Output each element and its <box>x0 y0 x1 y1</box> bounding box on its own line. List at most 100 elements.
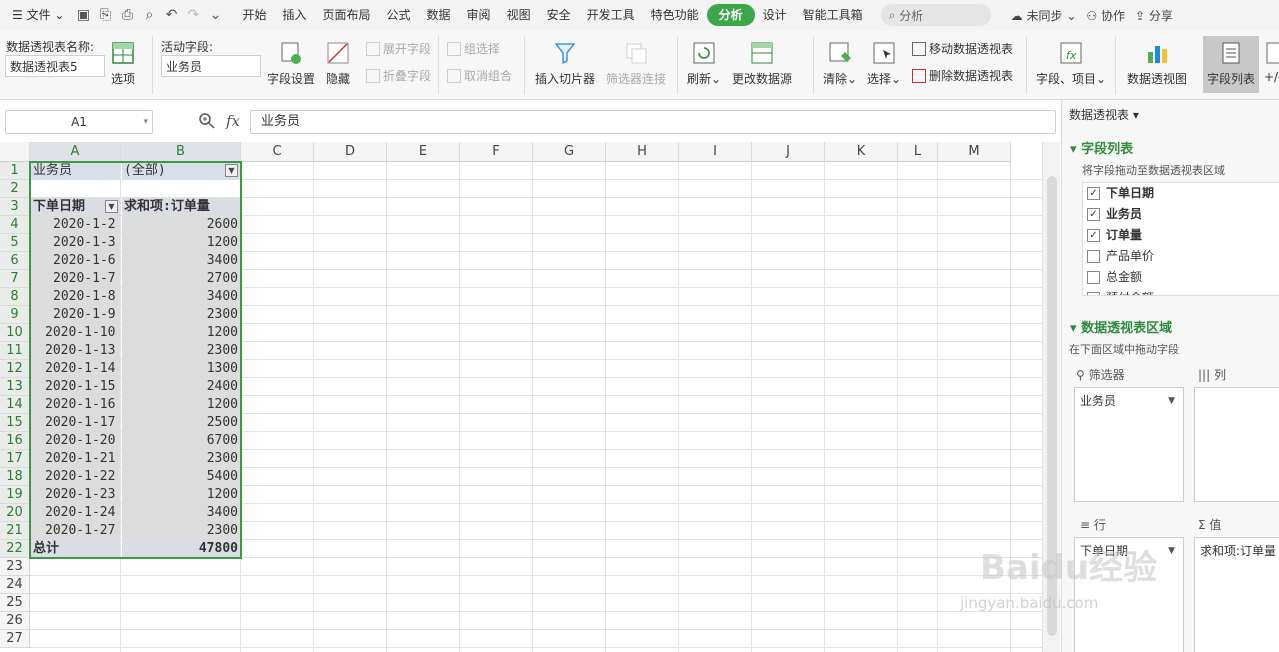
customize-arrow-icon[interactable]: ⌄ <box>204 4 226 26</box>
pivot-qty-cell[interactable]: 1300 <box>122 360 240 378</box>
change-source-button[interactable]: 更改数据源 <box>732 40 792 87</box>
pivot-date-cell[interactable]: 2020-1-23 <box>31 486 120 504</box>
pivot-total-label-cell[interactable]: 总计 <box>31 540 120 558</box>
row-header-8[interactable]: 8 <box>0 288 30 306</box>
pivot-qty-cell[interactable]: 1200 <box>122 486 240 504</box>
pivot-date-cell[interactable]: 2020-1-6 <box>31 252 120 270</box>
pivot-qty-cell[interactable]: 2300 <box>122 450 240 468</box>
filters-area[interactable]: 业务员 ▼ <box>1074 387 1184 502</box>
field-item[interactable]: ✓ 下单日期 <box>1083 183 1279 204</box>
row-header-25[interactable]: 25 <box>0 594 30 612</box>
row-header-2[interactable]: 2 <box>0 180 30 198</box>
row-header-21[interactable]: 21 <box>0 522 30 540</box>
field-checkbox[interactable] <box>1087 250 1100 263</box>
row-header-24[interactable]: 24 <box>0 576 30 594</box>
pivot-total-value-cell[interactable]: 47800 <box>122 540 240 558</box>
column-header-F[interactable]: F <box>460 142 533 162</box>
pivot-qty-cell[interactable]: 6700 <box>122 432 240 450</box>
active-field-input[interactable] <box>161 55 261 77</box>
ungroup-button[interactable]: 取消组合 <box>447 67 512 84</box>
pivot-date-cell[interactable]: 2020-1-22 <box>31 468 120 486</box>
fields-items-button[interactable]: fx 字段、项目⌄ <box>1036 40 1106 87</box>
filter-dropdown-arrow-icon[interactable]: ▼ <box>225 164 238 177</box>
pivot-date-cell[interactable]: 2020-1-15 <box>31 378 120 396</box>
column-header-A[interactable]: A <box>30 142 121 162</box>
value-item-pill[interactable]: 求和项:订单量 <box>1197 540 1279 562</box>
row-header-20[interactable]: 20 <box>0 504 30 522</box>
row-header-11[interactable]: 11 <box>0 342 30 360</box>
field-item[interactable]: 预付金额 <box>1083 288 1279 295</box>
row-header-1[interactable]: 1 <box>0 162 30 180</box>
field-checkbox[interactable] <box>1087 271 1100 284</box>
tab-7[interactable]: 安全 <box>539 4 579 26</box>
format-painter-icon[interactable]: ⎘ <box>94 4 116 26</box>
pivot-date-cell[interactable]: 2020-1-8 <box>31 288 120 306</box>
tab-12[interactable]: 智能工具箱 <box>795 4 871 26</box>
save-icon[interactable]: ▣ <box>72 4 94 26</box>
tab-8[interactable]: 开发工具 <box>579 4 643 26</box>
pivot-area-section[interactable]: ▾ 数据透视表区域 <box>1070 317 1172 336</box>
tab-4[interactable]: 数据 <box>419 4 459 26</box>
column-header-E[interactable]: E <box>387 142 460 162</box>
pivot-qty-cell[interactable]: 2300 <box>122 306 240 324</box>
pane-title-dropdown[interactable]: 数据透视表 ▾ <box>1069 106 1139 123</box>
pivot-qty-cell[interactable]: 2300 <box>122 522 240 540</box>
print-preview-icon[interactable]: ⌕ <box>138 4 160 26</box>
pivot-date-cell[interactable]: 2020-1-17 <box>31 414 120 432</box>
pivot-qty-cell[interactable]: 3400 <box>122 288 240 306</box>
field-item[interactable]: 总金额 <box>1083 267 1279 288</box>
pivot-date-cell[interactable]: 2020-1-9 <box>31 306 120 324</box>
refresh-button[interactable]: 刷新⌄ <box>687 40 721 87</box>
pivot-date-cell[interactable]: 2020-1-20 <box>31 432 120 450</box>
fx-icon[interactable]: fx <box>226 112 240 130</box>
delete-pivot-button[interactable]: 删除数据透视表 <box>912 67 1013 84</box>
row-header-4[interactable]: 4 <box>0 216 30 234</box>
row-header-23[interactable]: 23 <box>0 558 30 576</box>
field-checkbox[interactable]: ✓ <box>1087 208 1100 221</box>
pivot-date-cell[interactable]: 2020-1-27 <box>31 522 120 540</box>
column-header-D[interactable]: D <box>314 142 387 162</box>
pivot-chart-button[interactable]: 数据透视图 <box>1127 40 1187 87</box>
redo-icon[interactable]: ↷ <box>182 4 204 26</box>
pivot-qty-cell[interactable]: 5400 <box>122 468 240 486</box>
pivot-qty-cell[interactable]: 2500 <box>122 414 240 432</box>
share-button[interactable]: ⇪ 分享 <box>1135 7 1173 24</box>
group-selection-button[interactable]: 组选择 <box>447 40 500 57</box>
row-item-arrow-icon[interactable]: ▼ <box>1168 540 1175 562</box>
pivot-date-cell[interactable]: 2020-1-21 <box>31 450 120 468</box>
row-header-22[interactable]: 22 <box>0 540 30 558</box>
column-header-H[interactable]: H <box>606 142 679 162</box>
pivot-date-cell[interactable]: 2020-1-2 <box>31 216 120 234</box>
pivot-qty-cell[interactable]: 2300 <box>122 342 240 360</box>
pivot-date-cell[interactable]: 2020-1-16 <box>31 396 120 414</box>
field-list-button[interactable]: 字段列表 <box>1203 36 1260 93</box>
tab-6[interactable]: 视图 <box>499 4 539 26</box>
undo-icon[interactable]: ↶ <box>160 4 182 26</box>
pivot-value-header-cell[interactable]: 求和项:订单量 <box>122 198 240 216</box>
pivot-qty-cell[interactable]: 1200 <box>122 396 240 414</box>
field-checkbox[interactable]: ✓ <box>1087 229 1100 242</box>
field-checkbox[interactable]: ✓ <box>1087 187 1100 200</box>
row-header-27[interactable]: 27 <box>0 630 30 648</box>
pivot-date-cell[interactable]: 2020-1-14 <box>31 360 120 378</box>
filter-item-arrow-icon[interactable]: ▼ <box>1168 390 1175 412</box>
pivot-filter-value-cell[interactable]: (全部) <box>122 162 240 180</box>
options-button[interactable]: 选项 <box>110 40 136 87</box>
pivot-filter-label-cell[interactable]: 业务员 <box>31 162 120 180</box>
file-menu[interactable]: ☰ 文件 ⌄ <box>0 4 72 26</box>
row-dropdown-arrow-icon[interactable]: ▼ <box>105 200 118 213</box>
pivot-qty-cell[interactable]: 1200 <box>122 324 240 342</box>
row-header-7[interactable]: 7 <box>0 270 30 288</box>
tab-1[interactable]: 插入 <box>274 4 314 26</box>
hide-button[interactable]: 隐藏 <box>325 40 351 87</box>
values-area[interactable]: 求和项:订单量 <box>1194 537 1279 652</box>
sync-button[interactable]: ☁ 未同步 ⌄ <box>1011 7 1077 24</box>
insert-slicer-button[interactable]: 插入切片器 <box>535 40 595 87</box>
row-header-16[interactable]: 16 <box>0 432 30 450</box>
row-header-3[interactable]: 3 <box>0 198 30 216</box>
row-header-12[interactable]: 12 <box>0 360 30 378</box>
tab-11[interactable]: 设计 <box>755 4 795 26</box>
row-header-13[interactable]: 13 <box>0 378 30 396</box>
column-header-J[interactable]: J <box>752 142 825 162</box>
spreadsheet-grid[interactable]: A B C D E F G H I J K L M 1 2 3 4 5 6 7 8 9 10 11 12 13 14 15 16 17 18… <box>0 142 1060 652</box>
